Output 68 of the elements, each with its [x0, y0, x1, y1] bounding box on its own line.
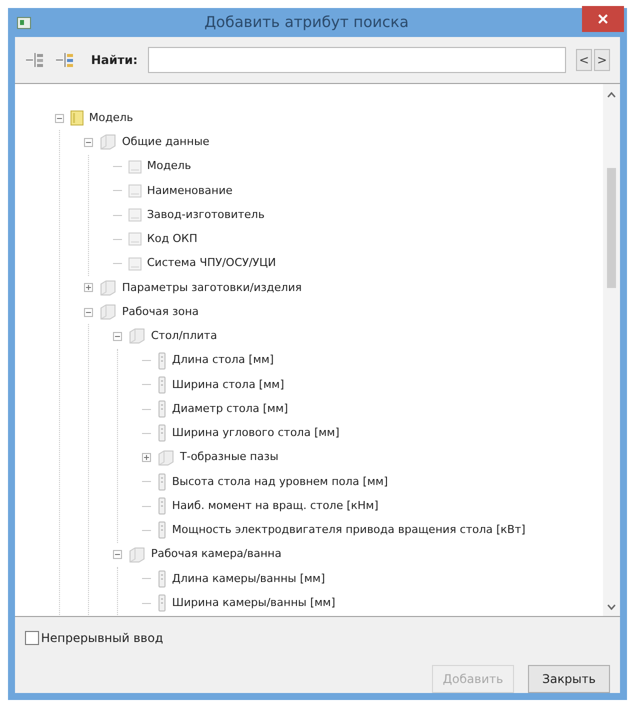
- collapse-all-icon[interactable]: [25, 51, 45, 69]
- tree-item[interactable]: Ширина камеры/ванны [мм]: [172, 594, 336, 612]
- gauge-icon: [157, 400, 167, 418]
- tree-item[interactable]: Мощность электродвигателя привода вращения стола [кВт]: [172, 522, 526, 539]
- plus-icon: [85, 284, 92, 292]
- gauge-icon: [157, 570, 167, 588]
- field-icon: [128, 256, 142, 272]
- app-icon: [17, 16, 31, 28]
- gauge-icon: [157, 497, 167, 516]
- dialog-button[interactable]: Закрыть: [528, 665, 610, 693]
- tree-item[interactable]: Рабочая камера/ванна: [151, 546, 282, 563]
- folder-icon: [99, 280, 117, 296]
- tree-item[interactable]: Длина камеры/ванны [мм]: [172, 570, 325, 588]
- scroll-down-icon[interactable]: [607, 604, 616, 610]
- folder-icon: [128, 546, 146, 563]
- tree-item[interactable]: Модель: [89, 110, 134, 126]
- gauge-icon: [157, 472, 167, 491]
- tree-item[interactable]: Диаметр стола [мм]: [172, 400, 288, 418]
- tree-item[interactable]: Ширина углового стола [мм]: [172, 425, 340, 442]
- plus-icon: [143, 454, 150, 462]
- tree-item[interactable]: Высота стола над уровнем пола [мм]: [172, 474, 388, 490]
- field-icon: [128, 182, 142, 199]
- collapse-toggle[interactable]: [113, 550, 122, 560]
- folder-icon: [157, 450, 175, 466]
- tree-item[interactable]: Модель: [147, 158, 192, 175]
- find-field[interactable]: [148, 47, 566, 73]
- collapse-toggle[interactable]: [84, 308, 93, 317]
- tree-item[interactable]: Общие данные: [122, 134, 210, 151]
- find-label: Найти:: [91, 52, 138, 69]
- folder-icon: [128, 328, 146, 344]
- expand-toggle[interactable]: [142, 453, 151, 462]
- field-icon: [128, 231, 142, 248]
- tree-item[interactable]: Стол/плита: [151, 328, 218, 345]
- tree-item[interactable]: Наиб. момент на вращ. столе [кНм]: [172, 498, 378, 514]
- folder-icon: [99, 134, 117, 150]
- tree-item[interactable]: Завод-изготовитель: [147, 206, 265, 224]
- checkbox[interactable]: [25, 631, 39, 645]
- tree-item[interactable]: Т-образные пазы: [180, 449, 278, 466]
- tree-item[interactable]: Система ЧПУ/ОСУ/УЦИ: [147, 255, 276, 272]
- gauge-icon: [157, 521, 167, 540]
- book-icon: [70, 110, 84, 126]
- field-icon: [128, 207, 142, 224]
- previous-button[interactable]: <: [576, 49, 592, 71]
- folder-icon: [99, 304, 117, 320]
- gauge-icon: [157, 424, 167, 442]
- scrollbar[interactable]: [603, 84, 620, 616]
- tree-item[interactable]: Код ОКП: [147, 231, 198, 248]
- collapse-toggle[interactable]: [113, 332, 122, 341]
- close-icon: [598, 14, 608, 24]
- tree-item[interactable]: Ширина стола [мм]: [172, 376, 284, 394]
- scroll-up-icon[interactable]: [607, 92, 616, 98]
- collapse-toggle[interactable]: [55, 114, 64, 123]
- close-button[interactable]: [582, 6, 624, 32]
- gauge-icon: [157, 376, 167, 394]
- expand-all-icon[interactable]: [55, 51, 75, 69]
- scrollbar-thumb[interactable]: [607, 168, 616, 288]
- gauge-icon: [157, 594, 167, 612]
- gauge-icon: [157, 352, 167, 370]
- checkbox-label: Непрерывный ввод: [41, 630, 164, 647]
- window-title: Добавить атрибут поиска: [203, 12, 410, 34]
- field-icon: [128, 158, 142, 175]
- collapse-toggle[interactable]: [84, 138, 93, 147]
- tree-item[interactable]: Наименование: [147, 182, 232, 200]
- tree-item[interactable]: Длина стола [мм]: [172, 352, 274, 369]
- expand-toggle[interactable]: [84, 283, 93, 292]
- next-button[interactable]: >: [594, 49, 610, 71]
- tree-item[interactable]: Параметры заготовки/изделия: [122, 280, 302, 296]
- tree-item[interactable]: Рабочая зона: [122, 304, 199, 320]
